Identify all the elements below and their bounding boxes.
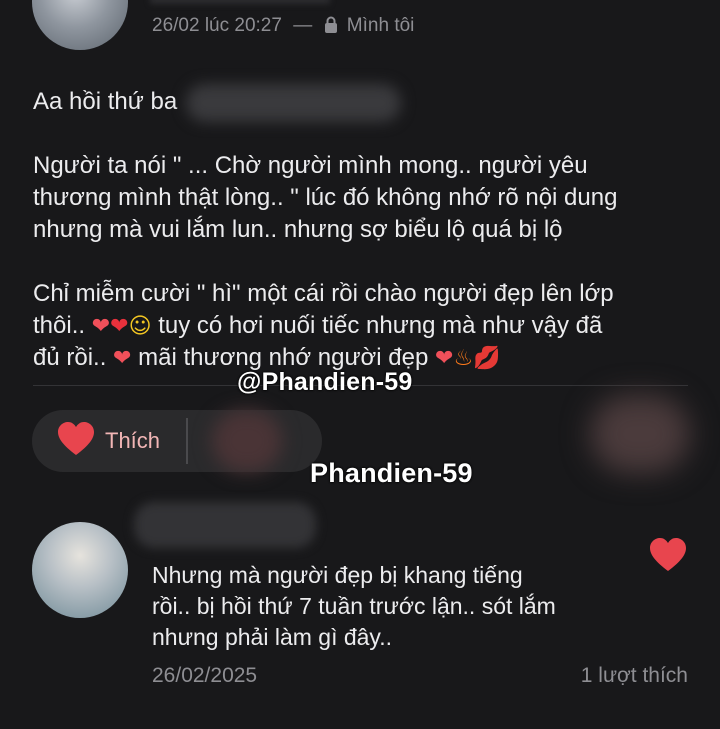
reaction-summary-redacted[interactable] [212, 410, 282, 472]
post-body: Aa hồi thứ ba Người ta nói " ... Chờ ngư… [33, 86, 703, 374]
post-timestamp[interactable]: 26/02 lúc 20:27 [152, 15, 282, 36]
comment-heart-icon[interactable] [648, 537, 688, 578]
like-label: Thích [105, 428, 161, 453]
post-line: Người ta nói " ... Chờ người mình mong..… [33, 152, 588, 179]
comment-body: Nhưng mà người đẹp bị khang tiếng rồi.. … [152, 560, 556, 653]
privacy-label: Mình tôi [346, 15, 415, 36]
heart-on-fire-emoji: ❤ [91, 314, 111, 339]
commenter-name-redacted[interactable] [134, 502, 316, 548]
fire-emoji: ♨ [453, 346, 474, 371]
post-author-avatar[interactable] [32, 0, 128, 50]
kiss-mark-emoji: 💋 [473, 346, 501, 371]
redacted-name [186, 84, 401, 122]
red-heart-emoji: ❤ [110, 314, 129, 339]
smile-emoji: ☺ [128, 314, 152, 339]
heart-on-fire-emoji: ❤ [113, 346, 132, 371]
watermark-handle: @Phandien-59 [237, 368, 413, 396]
comment-date[interactable]: 26/02/2025 [152, 664, 257, 688]
post-line: Chỉ miễm cười " hì" một cái rồi chào ngư… [33, 280, 614, 307]
lock-icon [324, 16, 338, 39]
action-separator [186, 418, 188, 464]
heart-icon [56, 421, 96, 462]
heart-on-fire-emoji: ❤ [435, 346, 454, 371]
post-meta: 26/02 lúc 20:27 — Mình tôi [152, 15, 414, 39]
post-line: thôi.. ❤❤☺ tuy có hơi nuối tiếc nhưng mà… [33, 312, 603, 339]
comment-like-count[interactable]: 1 lượt thích [581, 664, 688, 688]
comment-line: rồi.. bị hồi thứ 7 tuần trước lận.. sót … [152, 593, 556, 619]
post-line: nhưng mà vui lắm lun.. nhưng sợ biểu lộ … [33, 216, 563, 243]
meta-separator: — [293, 15, 313, 36]
commenter-avatar[interactable] [32, 522, 128, 618]
comment-line: nhưng phải làm gì đây.. [152, 624, 393, 650]
watermark-name: Phandien-59 [310, 458, 473, 488]
post-line: thương mình thật lòng.. " lúc đó không n… [33, 184, 618, 211]
comment-line: Nhưng mà người đẹp bị khang tiếng [152, 562, 523, 588]
top-right-redacted [590, 395, 690, 473]
author-name-cropped [150, 0, 330, 4]
like-button[interactable]: Thích [32, 410, 186, 472]
